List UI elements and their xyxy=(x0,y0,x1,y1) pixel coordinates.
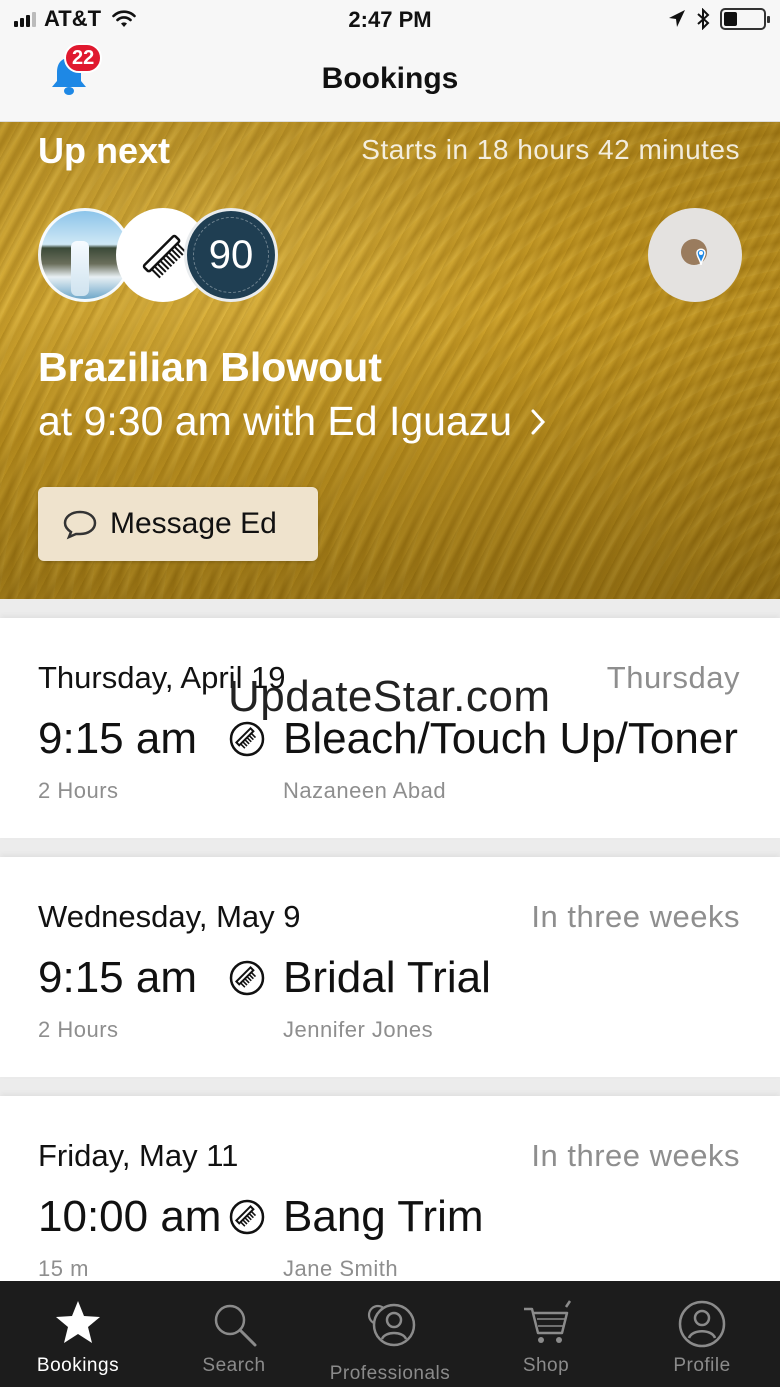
bluetooth-icon xyxy=(697,8,710,30)
professionals-icon xyxy=(367,1303,416,1347)
comb-icon xyxy=(229,721,265,757)
up-next-banner[interactable]: Up next Starts in 18 hours 42 minutes 90… xyxy=(0,122,780,599)
up-next-detail: at 9:30 am with Ed Iguazu xyxy=(38,398,513,444)
duration-ring xyxy=(193,217,269,293)
booking-duration: 2 Hours xyxy=(38,778,119,803)
duration-avatar: 90 xyxy=(184,208,278,302)
tab-profile[interactable]: Profile xyxy=(624,1281,780,1387)
starts-in-label: Starts in 18 hours 42 minutes xyxy=(361,134,740,165)
booking-date: Wednesday, May 9 xyxy=(38,899,301,934)
status-bar: AT&T 2:47 PM xyxy=(0,0,780,40)
booking-service: Bridal Trial xyxy=(283,953,491,1002)
tab-search[interactable]: Search xyxy=(156,1281,312,1387)
booking-stylist: Jennifer Jones xyxy=(283,1017,434,1042)
map-pin-icon xyxy=(681,239,707,266)
comb-icon xyxy=(229,960,265,996)
tab-professionals[interactable]: Professionals xyxy=(312,1281,468,1387)
status-right xyxy=(668,8,770,30)
booking-stylist: Nazaneen Abad xyxy=(283,778,447,803)
tab-shop[interactable]: Shop xyxy=(468,1281,624,1387)
tab-bookings[interactable]: Bookings xyxy=(0,1281,156,1387)
booking-time: 9:15 am xyxy=(38,953,197,1002)
booking-relative-date: In three weeks xyxy=(531,1138,740,1173)
tab-label: Profile xyxy=(673,1355,731,1376)
booking-relative-date: In three weeks xyxy=(531,899,740,934)
watermark: UpdateStar.com xyxy=(228,672,551,721)
booking-card[interactable]: Friday, May 11 In three weeks 10:00 am B… xyxy=(0,1096,780,1286)
battery-icon xyxy=(720,8,770,30)
star-icon xyxy=(56,1301,100,1343)
comb-icon xyxy=(229,1199,265,1235)
chevron-right-icon xyxy=(531,409,546,434)
status-time: 2:47 PM xyxy=(348,7,432,32)
up-next-detail-link[interactable]: at 9:30 am with Ed Iguazu xyxy=(38,398,546,445)
booking-card[interactable]: Thursday, April 19 Thursday 9:15 am Blea… xyxy=(0,618,780,838)
tab-label: Bookings xyxy=(36,1355,120,1376)
message-button-label: Message Ed xyxy=(110,507,277,540)
booking-duration: 15 m xyxy=(38,1256,89,1281)
cart-icon xyxy=(524,1300,572,1343)
battery-fill xyxy=(724,12,737,26)
up-next-service: Brazilian Blowout xyxy=(38,344,382,390)
profile-icon xyxy=(678,1300,726,1348)
booking-time: 9:15 am xyxy=(38,714,197,763)
booking-stylist: Jane Smith xyxy=(283,1256,399,1281)
booking-service: Bang Trim xyxy=(283,1192,484,1241)
location-button[interactable] xyxy=(648,208,742,302)
booking-time: 10:00 am xyxy=(38,1192,222,1241)
up-next-heading: Up next xyxy=(38,130,171,171)
page-title: Bookings xyxy=(321,62,459,95)
tab-label: Search xyxy=(202,1355,266,1376)
booking-relative-date: Thursday xyxy=(606,660,740,695)
tab-label: Shop xyxy=(522,1355,570,1376)
tab-bar: Bookings Search Professionals Shop Profi… xyxy=(0,1281,780,1387)
booking-duration: 2 Hours xyxy=(38,1017,119,1042)
chat-bubble-icon xyxy=(63,510,97,540)
booking-date: Friday, May 11 xyxy=(38,1138,239,1173)
message-button[interactable]: Message Ed xyxy=(38,487,318,561)
navigation-bar: 22 Bookings xyxy=(0,40,780,122)
booking-card[interactable]: Wednesday, May 9 In three weeks 9:15 am … xyxy=(0,857,780,1077)
tab-label: Professionals xyxy=(329,1363,451,1384)
location-arrow-icon xyxy=(669,10,685,27)
search-icon xyxy=(214,1304,257,1347)
appointment-avatars: 90 xyxy=(38,208,278,304)
